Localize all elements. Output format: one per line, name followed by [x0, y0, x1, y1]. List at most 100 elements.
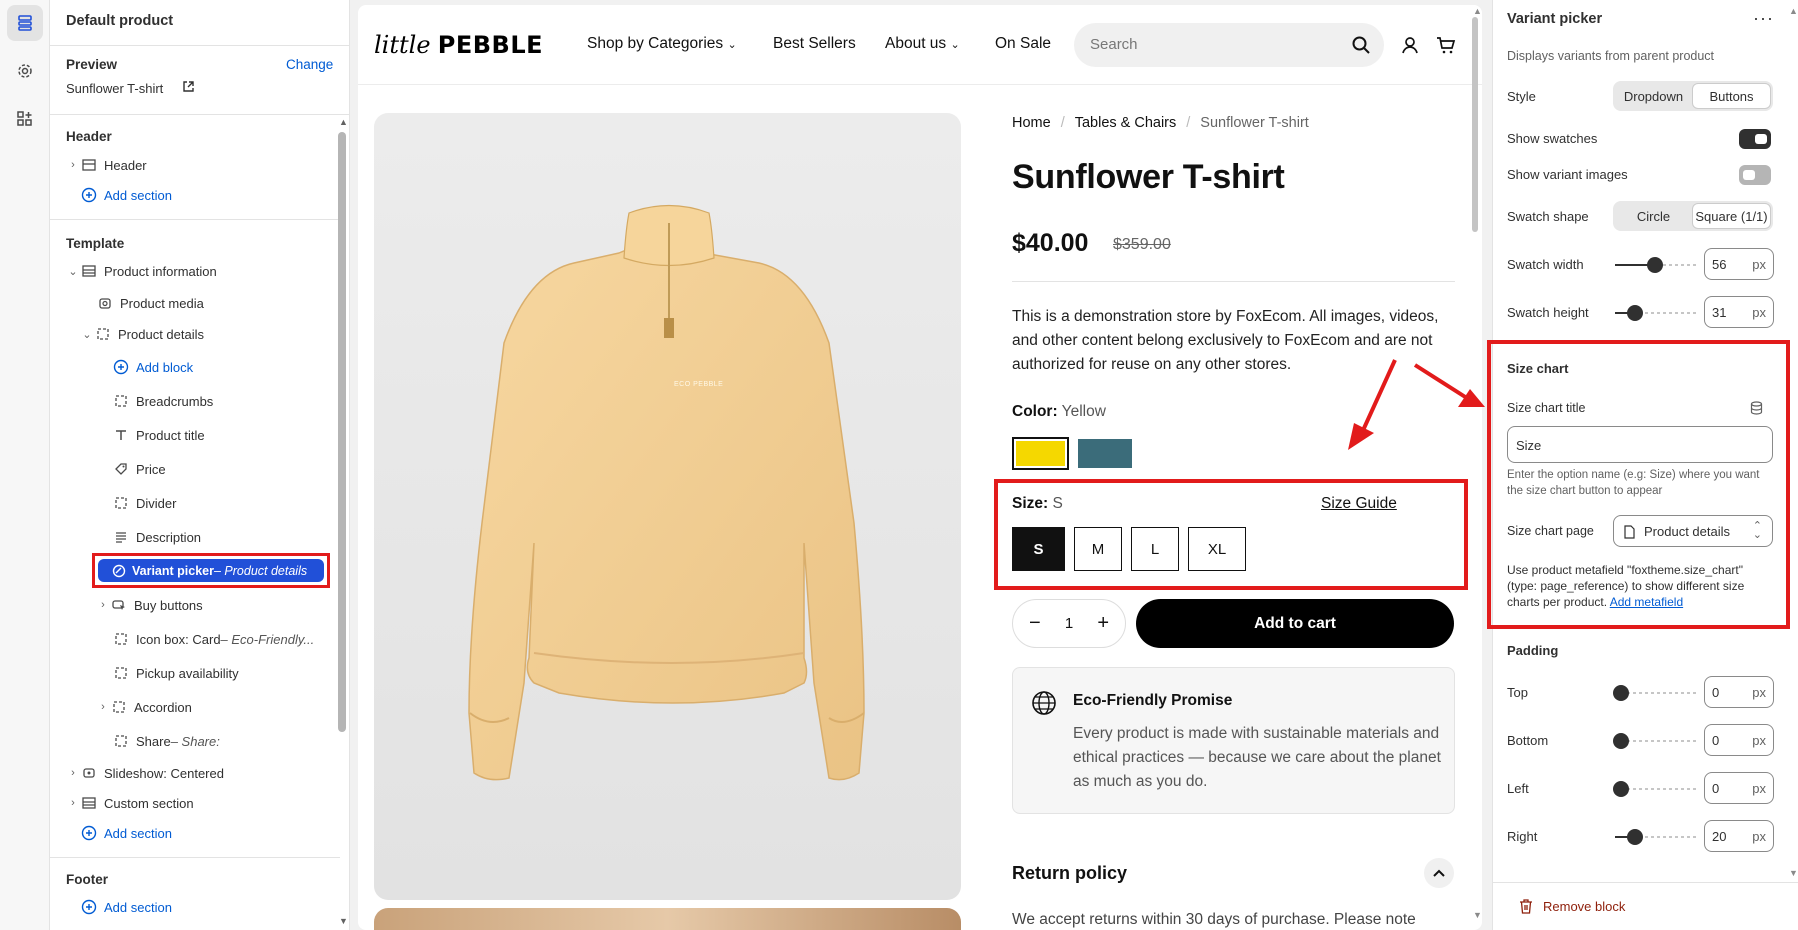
more-options-icon[interactable]: ···	[1753, 8, 1774, 29]
search-placeholder: Search	[1090, 36, 1138, 53]
tree-item-share[interactable]: Share – Share:	[112, 727, 220, 755]
tree-item-product-title[interactable]: Product title	[112, 421, 205, 449]
product-image-2[interactable]	[374, 908, 961, 930]
plus-circle-icon	[80, 898, 98, 916]
scroll-down-icon[interactable]: ▼	[1473, 910, 1482, 920]
size-button-l[interactable]: L	[1131, 527, 1179, 571]
add-section-footer[interactable]: Add section	[80, 893, 172, 921]
tree-item-variant-picker[interactable]: Variant picker – Product details	[98, 559, 324, 582]
shirt-print-text: ECO PEBBLE	[674, 381, 724, 388]
plus-icon[interactable]: +	[1097, 612, 1109, 635]
style-option-dropdown[interactable]: Dropdown	[1615, 83, 1692, 109]
tree-item-description[interactable]: Description	[112, 523, 201, 551]
chevron-down-icon[interactable]: ⌄	[66, 265, 80, 278]
padding-right-input[interactable]: 20 px	[1704, 820, 1774, 852]
tree-item-header[interactable]: › Header	[66, 151, 146, 179]
padding-right-slider[interactable]	[1615, 829, 1699, 845]
chevron-right-icon[interactable]: ›	[66, 767, 80, 779]
tree-item-buy-buttons[interactable]: › Buy buttons	[96, 591, 203, 619]
search-icon[interactable]	[1352, 36, 1370, 54]
tree-item-product-media[interactable]: Product media	[96, 289, 204, 317]
settings-gear-icon[interactable]	[7, 53, 43, 89]
tree-item-breadcrumbs[interactable]: Breadcrumbs	[112, 387, 213, 415]
add-block-button[interactable]: Add block	[112, 353, 193, 381]
account-icon[interactable]	[1401, 36, 1419, 54]
trash-icon[interactable]	[1519, 899, 1533, 914]
breadcrumb-home[interactable]: Home	[1012, 115, 1051, 131]
quantity-value[interactable]: 1	[1065, 615, 1073, 632]
eco-body: Every product is made with sustainable m…	[1073, 725, 1441, 790]
show-swatches-toggle[interactable]	[1739, 129, 1771, 149]
nav-on-sale[interactable]: On Sale	[995, 35, 1051, 53]
style-option-buttons[interactable]: Buttons	[1692, 83, 1771, 109]
shape-option-circle[interactable]: Circle	[1615, 203, 1692, 229]
chevron-right-icon[interactable]: ›	[66, 159, 80, 171]
apps-icon[interactable]	[7, 101, 43, 137]
chevron-right-icon[interactable]: ›	[96, 599, 110, 611]
swatch-height-input[interactable]: 31 px	[1704, 296, 1774, 328]
swatch-height-slider[interactable]	[1615, 305, 1699, 321]
chevron-down-icon[interactable]: ⌄	[80, 328, 94, 341]
style-label: Style	[1507, 89, 1536, 104]
cart-icon[interactable]	[1436, 36, 1456, 54]
size-button-m[interactable]: M	[1074, 527, 1122, 571]
preview-scrollbar[interactable]	[1472, 17, 1478, 232]
add-metafield-link[interactable]: Add metafield	[1610, 595, 1683, 609]
padding-left-slider[interactable]	[1613, 781, 1699, 797]
padding-top-slider[interactable]	[1613, 685, 1699, 701]
editor-sidebar: Default product Preview Change Sunflower…	[50, 0, 350, 930]
size-chart-title-input[interactable]: Size	[1507, 426, 1773, 463]
nav-best-sellers[interactable]: Best Sellers	[773, 35, 856, 53]
remove-block-button[interactable]: Remove block	[1543, 899, 1625, 914]
add-section-header[interactable]: Add section	[80, 181, 172, 209]
padding-bottom-input[interactable]: 0 px	[1704, 724, 1774, 756]
swatch-width-input[interactable]: 56 px	[1704, 248, 1774, 280]
scroll-down-icon[interactable]: ▼	[1789, 868, 1798, 878]
add-section-template[interactable]: Add section	[80, 819, 172, 847]
padding-top-input[interactable]: 0 px	[1704, 676, 1774, 708]
scroll-up-icon[interactable]: ▲	[339, 117, 348, 127]
tree-item-divider[interactable]: Divider	[112, 489, 176, 517]
chevron-up-icon[interactable]	[1424, 858, 1454, 888]
tree-item-slideshow[interactable]: › Slideshow: Centered	[66, 759, 224, 787]
swatch-width-slider[interactable]	[1615, 257, 1699, 273]
return-policy-title[interactable]: Return policy	[1012, 863, 1127, 884]
padding-bottom-slider[interactable]	[1613, 733, 1699, 749]
tree-item-product-details[interactable]: ⌄ Product details	[80, 320, 204, 348]
field-value: 0	[1712, 781, 1720, 796]
scroll-down-icon[interactable]: ▼	[339, 916, 348, 926]
external-link-icon[interactable]	[182, 80, 195, 98]
padding-left-input[interactable]: 0 px	[1704, 772, 1774, 804]
store-search-input[interactable]: Search	[1074, 23, 1384, 67]
chevron-down-icon: ⌄	[727, 39, 737, 51]
scroll-up-icon[interactable]: ▲	[1789, 6, 1798, 16]
product-image[interactable]: ECO PEBBLE	[374, 113, 961, 900]
tree-item-icon-box[interactable]: Icon box: Card – Eco-Friendly...	[112, 625, 314, 653]
breadcrumb-collection[interactable]: Tables & Chairs	[1075, 115, 1177, 131]
tree-item-product-information[interactable]: ⌄ Product information	[66, 257, 216, 285]
tree-item-price[interactable]: Price	[112, 455, 166, 483]
size-button-xl[interactable]: XL	[1188, 527, 1246, 571]
tree-item-accordion[interactable]: › Accordion	[96, 693, 192, 721]
add-to-cart-button[interactable]: Add to cart	[1136, 599, 1454, 648]
tree-item-pickup[interactable]: Pickup availability	[112, 659, 239, 687]
sections-icon[interactable]	[7, 5, 43, 41]
color-swatch-yellow[interactable]	[1012, 437, 1069, 470]
scroll-up-icon[interactable]: ▲	[1473, 6, 1482, 16]
color-swatch-teal[interactable]	[1078, 439, 1132, 468]
size-chart-page-select[interactable]: Product details ⌃ ⌄	[1613, 515, 1773, 547]
size-button-s[interactable]: S	[1012, 527, 1065, 571]
nav-about-us[interactable]: About us ⌄	[885, 35, 960, 53]
nav-shop-by-categories[interactable]: Shop by Categories ⌄	[587, 35, 737, 53]
store-logo[interactable]: little PEBBLE	[374, 29, 543, 60]
shape-option-square[interactable]: Square (1/1)	[1692, 203, 1771, 229]
chevron-right-icon[interactable]: ›	[96, 701, 110, 713]
change-preview-link[interactable]: Change	[286, 57, 333, 72]
database-icon[interactable]	[1750, 401, 1763, 415]
chevron-right-icon[interactable]: ›	[66, 797, 80, 809]
size-guide-link[interactable]: Size Guide	[1321, 495, 1397, 513]
tree-item-custom-section[interactable]: › Custom section	[66, 789, 193, 817]
show-variant-images-toggle[interactable]	[1739, 165, 1771, 185]
sidebar-scrollbar[interactable]	[338, 132, 346, 732]
minus-icon[interactable]: −	[1029, 612, 1041, 635]
